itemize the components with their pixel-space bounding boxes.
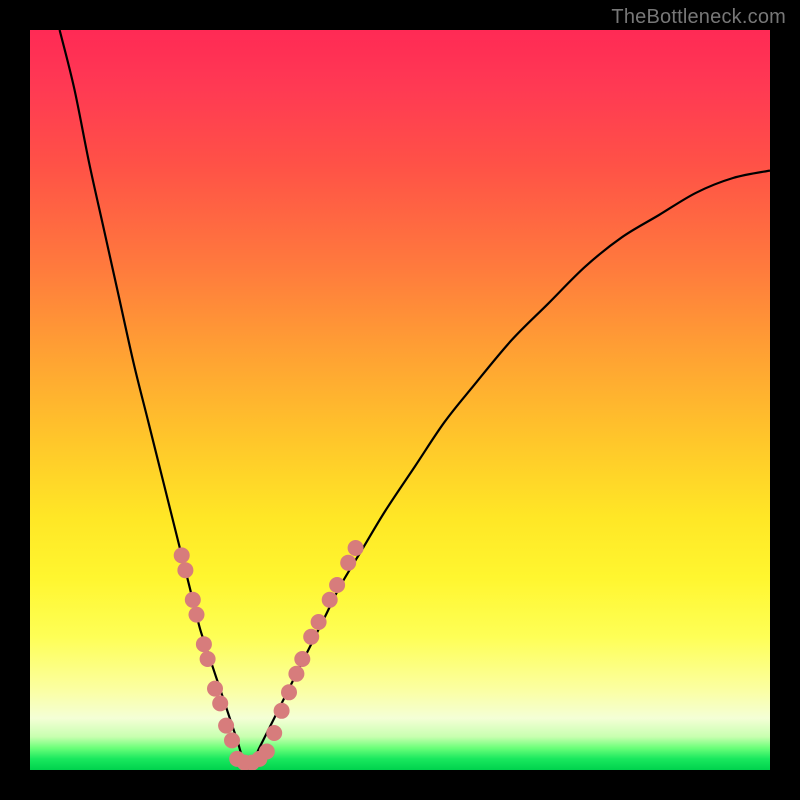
bottleneck-curve	[60, 30, 770, 765]
marker-dot	[311, 614, 327, 630]
marker-dot	[348, 540, 364, 556]
marker-dot	[281, 684, 297, 700]
marker-dot	[189, 607, 205, 623]
marker-dot	[340, 555, 356, 571]
marker-dot	[288, 666, 304, 682]
marker-dot	[303, 629, 319, 645]
marker-dot	[207, 681, 223, 697]
marker-dot	[196, 636, 212, 652]
watermark-text: TheBottleneck.com	[611, 6, 786, 29]
plot-area	[30, 30, 770, 770]
marker-dot	[224, 732, 240, 748]
marker-dot	[177, 562, 193, 578]
chart-svg	[30, 30, 770, 770]
marker-dot	[274, 703, 290, 719]
marker-dot	[329, 577, 345, 593]
marker-group	[174, 540, 364, 770]
marker-dot	[200, 651, 216, 667]
marker-dot	[322, 592, 338, 608]
outer-frame: TheBottleneck.com	[0, 0, 800, 800]
marker-dot	[218, 718, 234, 734]
marker-dot	[212, 695, 228, 711]
marker-dot	[174, 547, 190, 563]
marker-dot	[259, 744, 275, 760]
marker-dot	[185, 592, 201, 608]
marker-dot	[266, 725, 282, 741]
marker-dot	[294, 651, 310, 667]
